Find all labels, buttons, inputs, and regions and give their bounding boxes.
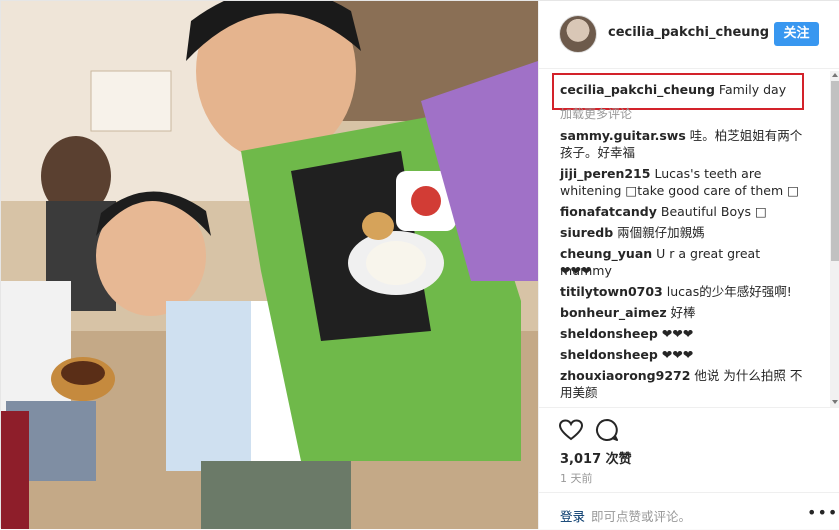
comment-username[interactable]: sheldonsheep	[560, 326, 658, 341]
comment-username[interactable]: cheung_yuan	[560, 246, 652, 261]
comment-text: 兩個親仔加親媽	[617, 225, 705, 240]
post-time[interactable]: 1 天前	[560, 470, 593, 486]
caption-username[interactable]: cecilia_pakchi_cheung	[560, 82, 715, 97]
like-count[interactable]: 3,017 次赞	[560, 448, 632, 467]
header-username[interactable]: cecilia_pakchi_cheung	[608, 25, 769, 40]
comment-text-continued: 用美颜	[560, 385, 598, 400]
scroll-up-arrow-icon[interactable]	[832, 73, 838, 77]
login-prompt: 即可点赞或评论。	[591, 509, 692, 524]
comment-item: zhouxiaorong9272 他说 为什么拍照 不	[560, 367, 810, 384]
comments-scrollbar[interactable]	[830, 71, 839, 407]
comment-username[interactable]: zhouxiaorong9272	[560, 368, 690, 383]
comment-username[interactable]: jiji_peren215	[560, 166, 650, 181]
photo-illustration	[1, 1, 538, 529]
caption: cecilia_pakchi_cheung Family day	[560, 81, 810, 98]
comment-username[interactable]: fionafatcandy	[560, 204, 657, 219]
comment-username[interactable]: sheldonsheep	[560, 347, 658, 362]
post-header: cecilia_pakchi_cheung 关注	[539, 1, 839, 69]
comment-username[interactable]: sammy.guitar.sws	[560, 128, 686, 143]
side-panel: cecilia_pakchi_cheung 关注 cecilia_pakchi_…	[538, 1, 839, 529]
comment-item: fionafatcandy Beautiful Boys □	[560, 203, 810, 220]
comment-text: Lucas's teeth are	[654, 166, 762, 181]
caption-text: Family day	[718, 82, 787, 97]
load-more-comments[interactable]: 加载更多评论	[560, 105, 632, 122]
comment-text: 好棒	[670, 305, 696, 320]
comment-text-continued: 孩子。好幸福	[560, 145, 636, 160]
post-actions: 3,017 次赞 1 天前 登录 即可点赞或评论。 •••	[539, 407, 839, 529]
comment-item: siuredb 兩個親仔加親媽	[560, 224, 810, 241]
instagram-post: cecilia_pakchi_cheung 关注 cecilia_pakchi_…	[0, 0, 839, 529]
heart-icon[interactable]	[558, 419, 584, 445]
comment-footer: 登录 即可点赞或评论。 •••	[539, 492, 839, 530]
comment-text: 哇。柏芝姐姐有两个	[689, 128, 803, 143]
follow-button[interactable]: 关注	[774, 22, 819, 46]
comment-item: bonheur_aimez 好棒	[560, 304, 810, 321]
comment-icon[interactable]	[595, 418, 619, 446]
comment-item: jiji_peren215 Lucas's teeth are	[560, 165, 810, 182]
comment-text-continued: ❤❤❤	[560, 263, 592, 278]
comment-item: sheldonsheep ❤❤❤	[560, 346, 810, 363]
more-options-icon[interactable]: •••	[807, 503, 838, 522]
comment-text: lucas的少年感好强啊!	[666, 284, 792, 299]
comment-username[interactable]: titilytown0703	[560, 284, 663, 299]
comment-username[interactable]: bonheur_aimez	[560, 305, 667, 320]
post-photo[interactable]	[1, 1, 538, 529]
scrollbar-thumb[interactable]	[831, 81, 839, 261]
comment-item: sammy.guitar.sws 哇。柏芝姐姐有两个	[560, 127, 810, 144]
comment-item: titilytown0703 lucas的少年感好强啊!	[560, 283, 810, 300]
comment-text: Beautiful Boys □	[660, 204, 767, 219]
comment-item: sheldonsheep ❤❤❤	[560, 325, 810, 342]
comment-username[interactable]: siuredb	[560, 225, 613, 240]
login-link[interactable]: 登录	[560, 506, 585, 525]
avatar[interactable]	[559, 15, 597, 53]
comment-text: ❤❤❤	[661, 347, 694, 362]
comment-text: 他说 为什么拍照 不	[694, 368, 803, 383]
comment-text: ❤❤❤	[661, 326, 694, 341]
scroll-down-arrow-icon[interactable]	[832, 400, 838, 404]
comment-text-continued: whitening □take good care of them □	[560, 183, 799, 198]
comments-list: cecilia_pakchi_cheung Family day 加载更多评论 s…	[539, 71, 831, 405]
